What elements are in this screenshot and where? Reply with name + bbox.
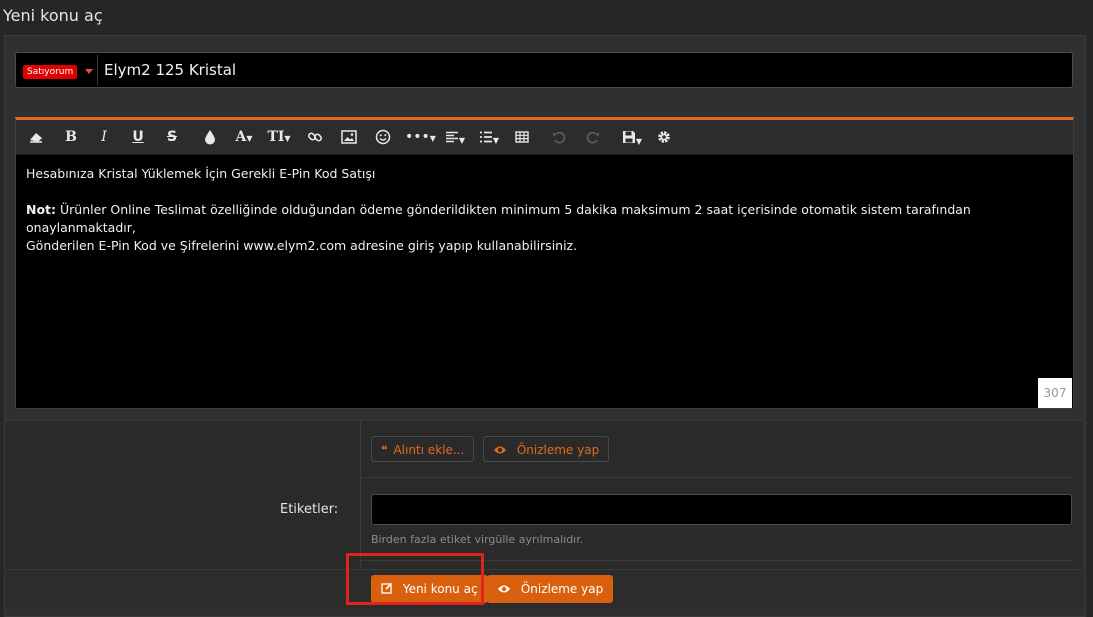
thread-title-input[interactable] xyxy=(104,60,1044,80)
title-row: Satıyorum xyxy=(15,52,1073,88)
prefix-dropdown-caret-icon[interactable] xyxy=(85,69,93,74)
save-draft-icon[interactable]: ▼ xyxy=(618,127,646,147)
italic-icon[interactable]: I xyxy=(94,127,114,147)
eye-icon xyxy=(493,443,511,457)
table-icon[interactable] xyxy=(512,127,532,147)
create-thread-button[interactable]: Yeni konu aç xyxy=(371,575,488,603)
underline-icon[interactable]: U xyxy=(128,127,148,147)
quote-icon: ❝ xyxy=(381,443,388,457)
tags-label: Etiketler: xyxy=(280,502,339,517)
insert-quote-label: Alıntı ekle... xyxy=(393,443,465,457)
gear-icon[interactable] xyxy=(654,127,674,147)
font-size-icon[interactable]: A▼ xyxy=(230,127,258,147)
smiley-icon[interactable] xyxy=(373,127,393,147)
editor-line: Hesabınıza Kristal Yüklemek İçin Gerekli… xyxy=(26,166,376,181)
eraser-icon[interactable] xyxy=(26,127,46,147)
undo-icon[interactable] xyxy=(549,127,569,147)
row-divider xyxy=(361,560,1072,561)
tags-hint: Birden fazla etiket virgülle ayrılmalıdı… xyxy=(371,533,584,546)
eye-icon xyxy=(497,582,515,596)
font-size-glyph: A xyxy=(235,129,247,145)
list-icon[interactable]: ▼ xyxy=(475,127,503,147)
row-divider xyxy=(361,477,1072,478)
text-style-icon[interactable]: TI▼ xyxy=(264,127,294,147)
editor-line: Not: Ürünler Online Teslimat özelliğinde… xyxy=(26,201,1061,237)
bold-icon[interactable]: B xyxy=(61,127,81,147)
title-separator xyxy=(97,55,98,85)
text-style-glyph: TI xyxy=(267,129,285,145)
link-icon[interactable] xyxy=(305,127,325,147)
editor-toolbar: B I U S A▼ TI▼ •••▼ ▼ ▼ ▼ xyxy=(16,120,1073,155)
character-counter: 307 xyxy=(1038,378,1072,408)
align-icon[interactable]: ▼ xyxy=(441,127,469,147)
insert-quote-button[interactable]: ❝ Alıntı ekle... xyxy=(371,436,475,462)
create-thread-label: Yeni konu aç xyxy=(402,582,478,596)
strikethrough-icon[interactable]: S xyxy=(162,127,182,147)
note-text: Ürünler Online Teslimat özelliğinde oldu… xyxy=(26,202,971,235)
tags-input[interactable] xyxy=(371,494,1072,525)
edit-icon xyxy=(381,582,397,596)
editor-content[interactable]: Hesabınıza Kristal Yüklemek İçin Gerekli… xyxy=(26,165,1061,255)
submit-preview-label: Önizleme yap xyxy=(520,582,604,596)
page-title: Yeni konu aç xyxy=(3,6,103,25)
image-icon[interactable] xyxy=(339,127,359,147)
editor-line: Gönderilen E-Pin Kod ve Şifrelerini www.… xyxy=(26,238,578,253)
preview-button[interactable]: Önizleme yap xyxy=(483,436,610,462)
more-icon[interactable]: •••▼ xyxy=(405,127,436,147)
label-column-divider xyxy=(360,420,361,570)
note-label: Not: xyxy=(26,202,57,217)
rich-text-editor: B I U S A▼ TI▼ •••▼ ▼ ▼ ▼ Hesabınıza Kri… xyxy=(15,117,1074,409)
redo-icon[interactable] xyxy=(583,127,603,147)
submit-preview-button[interactable]: Önizleme yap xyxy=(487,575,614,603)
color-icon[interactable] xyxy=(200,127,220,147)
preview-label: Önizleme yap xyxy=(516,443,600,457)
prefix-badge[interactable]: Satıyorum xyxy=(23,65,78,79)
